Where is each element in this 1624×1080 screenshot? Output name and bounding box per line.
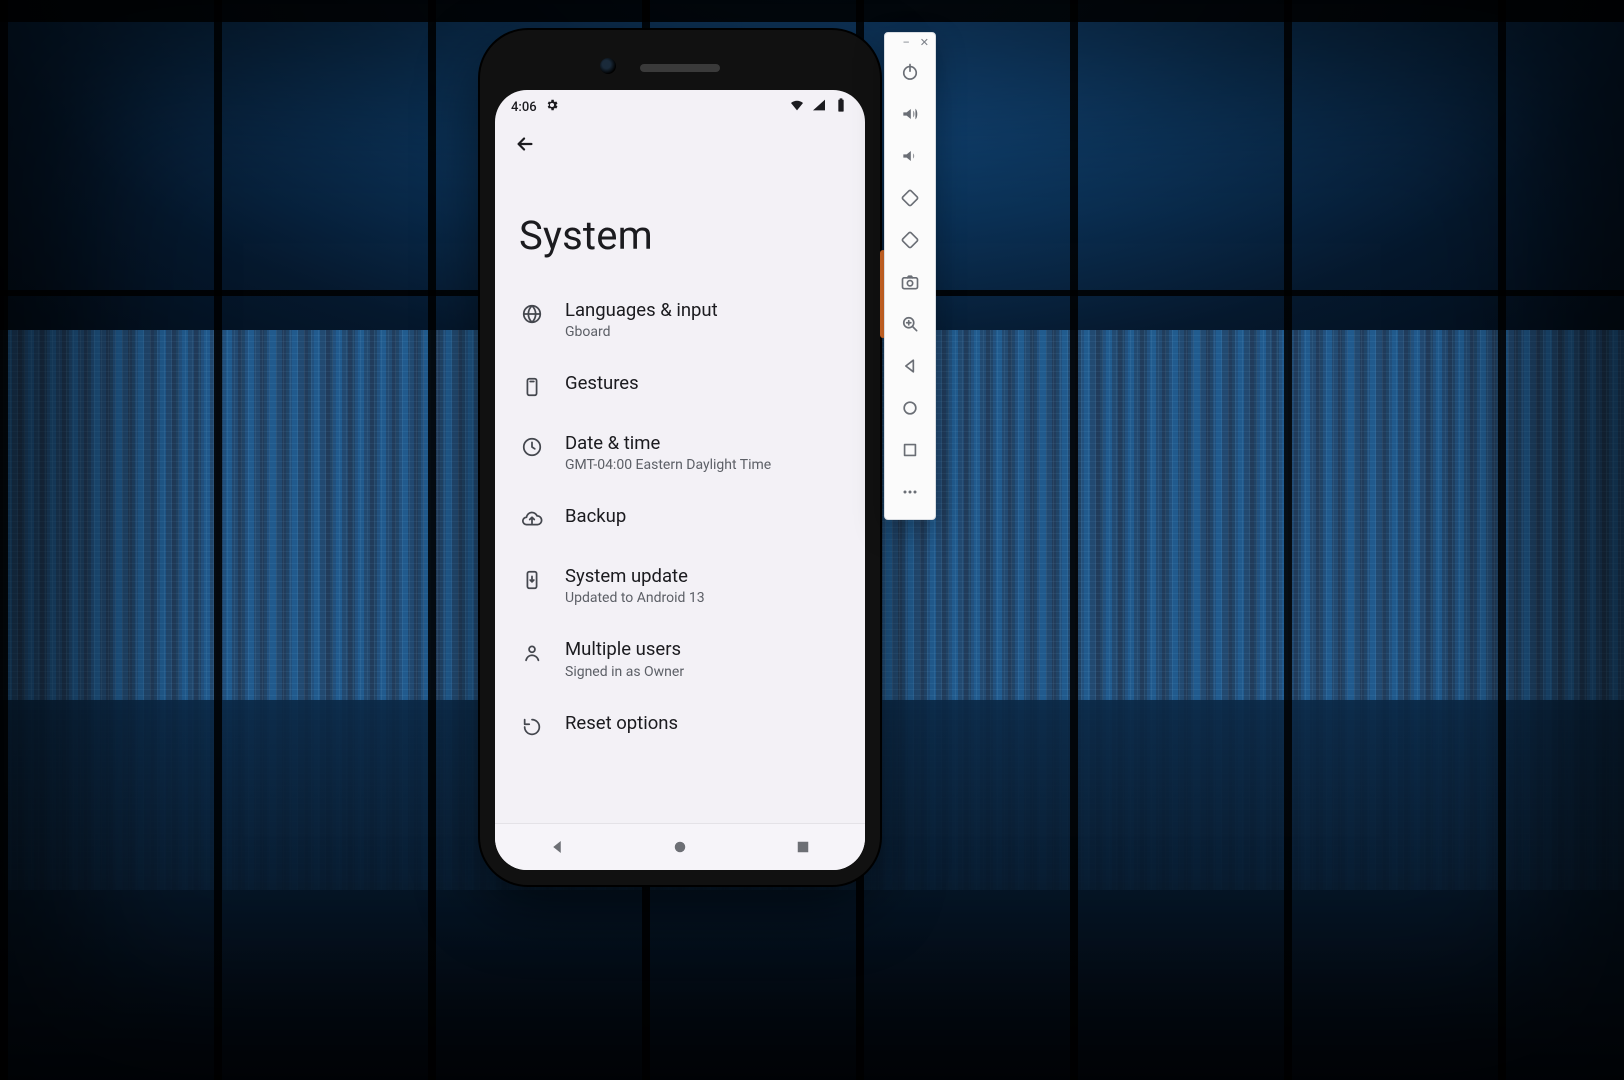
cloud-upload-icon xyxy=(519,507,545,533)
emulator-more-button[interactable] xyxy=(885,471,935,513)
item-date-time[interactable]: Date & time GMT-04:00 Eastern Daylight T… xyxy=(499,416,861,489)
page-title: System xyxy=(495,166,865,283)
system-update-icon xyxy=(519,567,545,593)
item-reset-options[interactable]: Reset options xyxy=(499,696,861,756)
item-system-update[interactable]: System update Updated to Android 13 xyxy=(499,549,861,622)
battery-icon xyxy=(833,97,849,117)
nav-overview-button[interactable] xyxy=(778,829,828,865)
nav-back-button[interactable] xyxy=(532,829,582,865)
item-languages-input[interactable]: Languages & input Gboard xyxy=(499,283,861,356)
settings-list: Languages & input Gboard Gestures Date &… xyxy=(495,283,865,823)
phone-screen: 4:06 System xyxy=(495,90,865,870)
item-subtitle: Updated to Android 13 xyxy=(565,590,705,606)
emulator-power-button[interactable] xyxy=(885,51,935,93)
item-multiple-users[interactable]: Multiple users Signed in as Owner xyxy=(499,622,861,695)
emulator-home-button[interactable] xyxy=(885,387,935,429)
navigation-bar xyxy=(495,823,865,870)
window-close-button[interactable]: ✕ xyxy=(920,36,929,49)
item-title: Gestures xyxy=(565,372,639,395)
item-subtitle: GMT-04:00 Eastern Daylight Time xyxy=(565,457,771,473)
phone-speaker xyxy=(640,64,720,72)
item-title: Multiple users xyxy=(565,638,684,661)
phone-frame: 4:06 System xyxy=(480,30,880,885)
emulator-volume-up-button[interactable] xyxy=(885,93,935,135)
app-bar xyxy=(495,122,865,166)
signal-icon xyxy=(811,97,827,117)
emulator-back-button[interactable] xyxy=(885,345,935,387)
wifi-icon xyxy=(789,97,805,117)
window-minimize-button[interactable]: – xyxy=(903,36,910,49)
item-backup[interactable]: Backup xyxy=(499,489,861,549)
item-title: Languages & input xyxy=(565,299,718,322)
person-icon xyxy=(519,640,545,666)
back-button[interactable] xyxy=(505,124,545,164)
emulator-toolbar: – ✕ xyxy=(884,32,936,520)
nav-home-button[interactable] xyxy=(655,829,705,865)
phone-camera xyxy=(600,58,616,74)
emulator-screenshot-button[interactable] xyxy=(885,261,935,303)
item-subtitle: Gboard xyxy=(565,324,718,340)
emulator-window-controls: – ✕ xyxy=(885,33,935,51)
item-title: Date & time xyxy=(565,432,771,455)
item-title: Reset options xyxy=(565,712,678,735)
emulator-zoom-button[interactable] xyxy=(885,303,935,345)
status-bar: 4:06 xyxy=(495,90,865,122)
emulator-rotate-left-button[interactable] xyxy=(885,177,935,219)
item-gestures[interactable]: Gestures xyxy=(499,356,861,416)
globe-icon xyxy=(519,301,545,327)
emulator-rotate-right-button[interactable] xyxy=(885,219,935,261)
clock-icon xyxy=(519,434,545,460)
emulator-volume-down-button[interactable] xyxy=(885,135,935,177)
reset-icon xyxy=(519,714,545,740)
status-time: 4:06 xyxy=(511,100,537,115)
item-title: System update xyxy=(565,565,705,588)
gestures-icon xyxy=(519,374,545,400)
emulator-overview-button[interactable] xyxy=(885,429,935,471)
item-subtitle: Signed in as Owner xyxy=(565,664,684,680)
settings-status-icon xyxy=(545,98,559,116)
item-title: Backup xyxy=(565,505,626,528)
